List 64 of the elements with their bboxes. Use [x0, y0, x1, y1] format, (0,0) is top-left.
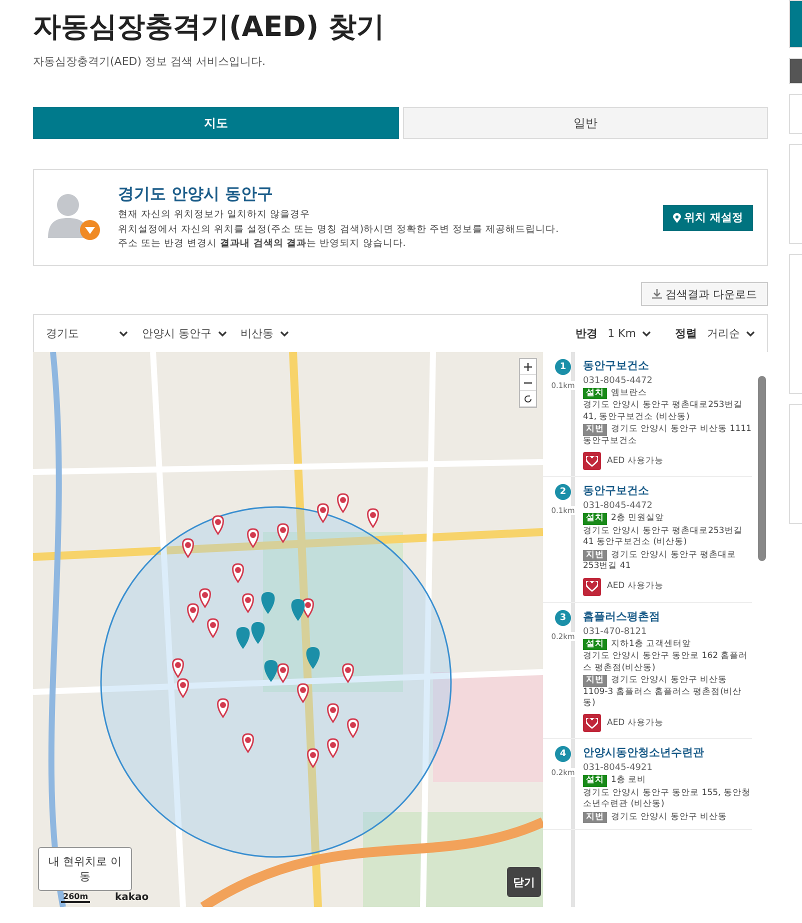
install-location: 설치 엠브란스 [583, 388, 752, 400]
chevron-down-icon [746, 330, 755, 336]
sort-label: 정렬 [675, 326, 697, 341]
result-number: 2 [555, 484, 571, 500]
road-address: 경기도 안양시 동안구 평촌대로253번길 41, 동안구보건소 (비산동) [583, 400, 744, 424]
side-banner-tile[interactable] [789, 0, 802, 48]
road-address: 경기도 안양시 동안구 동안로 155, 동안청소년수련관 (비산동) [583, 788, 752, 811]
aed-status: AED 사용가능 [607, 580, 664, 592]
road-address: 경기도 안양시 동안구 평촌대로253번길 41 동안구보건소 (비산동) [583, 526, 744, 549]
side-banner-tile[interactable] [789, 404, 802, 524]
install-location: 설치 2층 민원실앞 [583, 513, 752, 525]
lot-address: 지번 경기도 안양시 동안구 비산동 1111 동안구보건소 [583, 424, 752, 448]
notice-text: 위치설정에서 자신의 위치를 설정(주소 또는 명칭 검색)하시면 정확한 주변 정보를 제공해드립니다. [118, 224, 560, 236]
province-select[interactable]: 경기도 [42, 326, 132, 341]
lot-address: 지번 경기도 안양시 동안구 평촌대로 253번길 41 [583, 550, 738, 573]
install-location: 설치 지하1층 고객센터앞 [583, 638, 752, 650]
aed-status: AED 사용가능 [607, 718, 664, 730]
download-icon [652, 289, 662, 299]
road-address: 경기도 안양시 동안구 동안로 162 홈플러스 평촌점(비산동) [583, 651, 749, 674]
phone-number: 031-8045-4472 [583, 374, 654, 387]
place-name[interactable]: 안양시동안청소년수련관 [583, 746, 752, 762]
region-name: 경기도 안양시 동안구 [118, 184, 274, 205]
chevron-down-icon [119, 330, 128, 336]
lot-address: 지번 경기도 안양시 동안구 비산동 [583, 812, 752, 824]
place-name[interactable]: 홈플러스평촌점 [583, 610, 752, 624]
result-number: 4 [555, 746, 571, 762]
notice-text: 주소 또는 반경 변경시 결과내 검색의 결과는 반영되지 않습니다. [118, 238, 407, 252]
view-tab[interactable]: 일반 [402, 107, 768, 139]
lot-address: 지번 경기도 안양시 동안구 비산동 1109-3 홈플러스 홈플러스 평촌점(비산동) [583, 675, 743, 710]
chevron-down-icon [642, 330, 651, 336]
radius-label: 반경 [576, 326, 598, 341]
page-subtitle: 자동심장충격기(AED) 정보 검색 서비스입니다. [33, 54, 267, 69]
close-button[interactable]: 닫기 [507, 867, 541, 897]
plus-icon [524, 362, 532, 370]
city-select[interactable]: 안양시 동안구 [138, 326, 230, 341]
refresh-icon [524, 394, 532, 402]
place-name[interactable]: 동안구보건소 [583, 359, 752, 374]
view-tab[interactable]: 지도 [33, 107, 398, 139]
chevron-down-icon [218, 330, 226, 336]
page-title: 자동심장충격기(AED) 찾기 [33, 9, 386, 45]
radius-select[interactable]: 1 Km [604, 327, 655, 340]
phone-number: 031-470-8121 [583, 626, 648, 638]
side-banner-tile[interactable] [789, 254, 802, 394]
scroll-thumb[interactable] [758, 376, 766, 561]
phone-number: 031-8045-4921 [583, 762, 654, 774]
map-scale: 260m [61, 892, 90, 903]
side-banner-tile[interactable] [789, 58, 802, 84]
dong-select[interactable]: 비산동 [236, 326, 292, 341]
reset-location-button[interactable]: 위치 재설정 [663, 204, 753, 230]
chevron-down-icon [280, 330, 288, 336]
result-number: 1 [555, 359, 571, 375]
map-logo: kakao [115, 892, 149, 903]
my-location-button[interactable]: 내 현위치로 이동 [38, 847, 132, 891]
phone-number: 031-8045-4472 [583, 500, 654, 512]
result-number: 3 [555, 610, 571, 626]
notice-text: 현재 자신의 위치정보가 일치하지 않을경우 [118, 208, 312, 222]
place-name[interactable]: 동안구보건소 [583, 484, 752, 500]
side-banner-tile[interactable] [789, 144, 802, 244]
install-location: 설치 1층 로비 [583, 775, 752, 787]
aed-status: AED 사용가능 [607, 456, 664, 468]
sort-select[interactable]: 거리순 [703, 326, 759, 341]
download-button[interactable]: 검색결과 다운로드 [640, 282, 768, 306]
side-banner-tile[interactable] [789, 94, 802, 134]
location-pin-icon [673, 212, 682, 222]
